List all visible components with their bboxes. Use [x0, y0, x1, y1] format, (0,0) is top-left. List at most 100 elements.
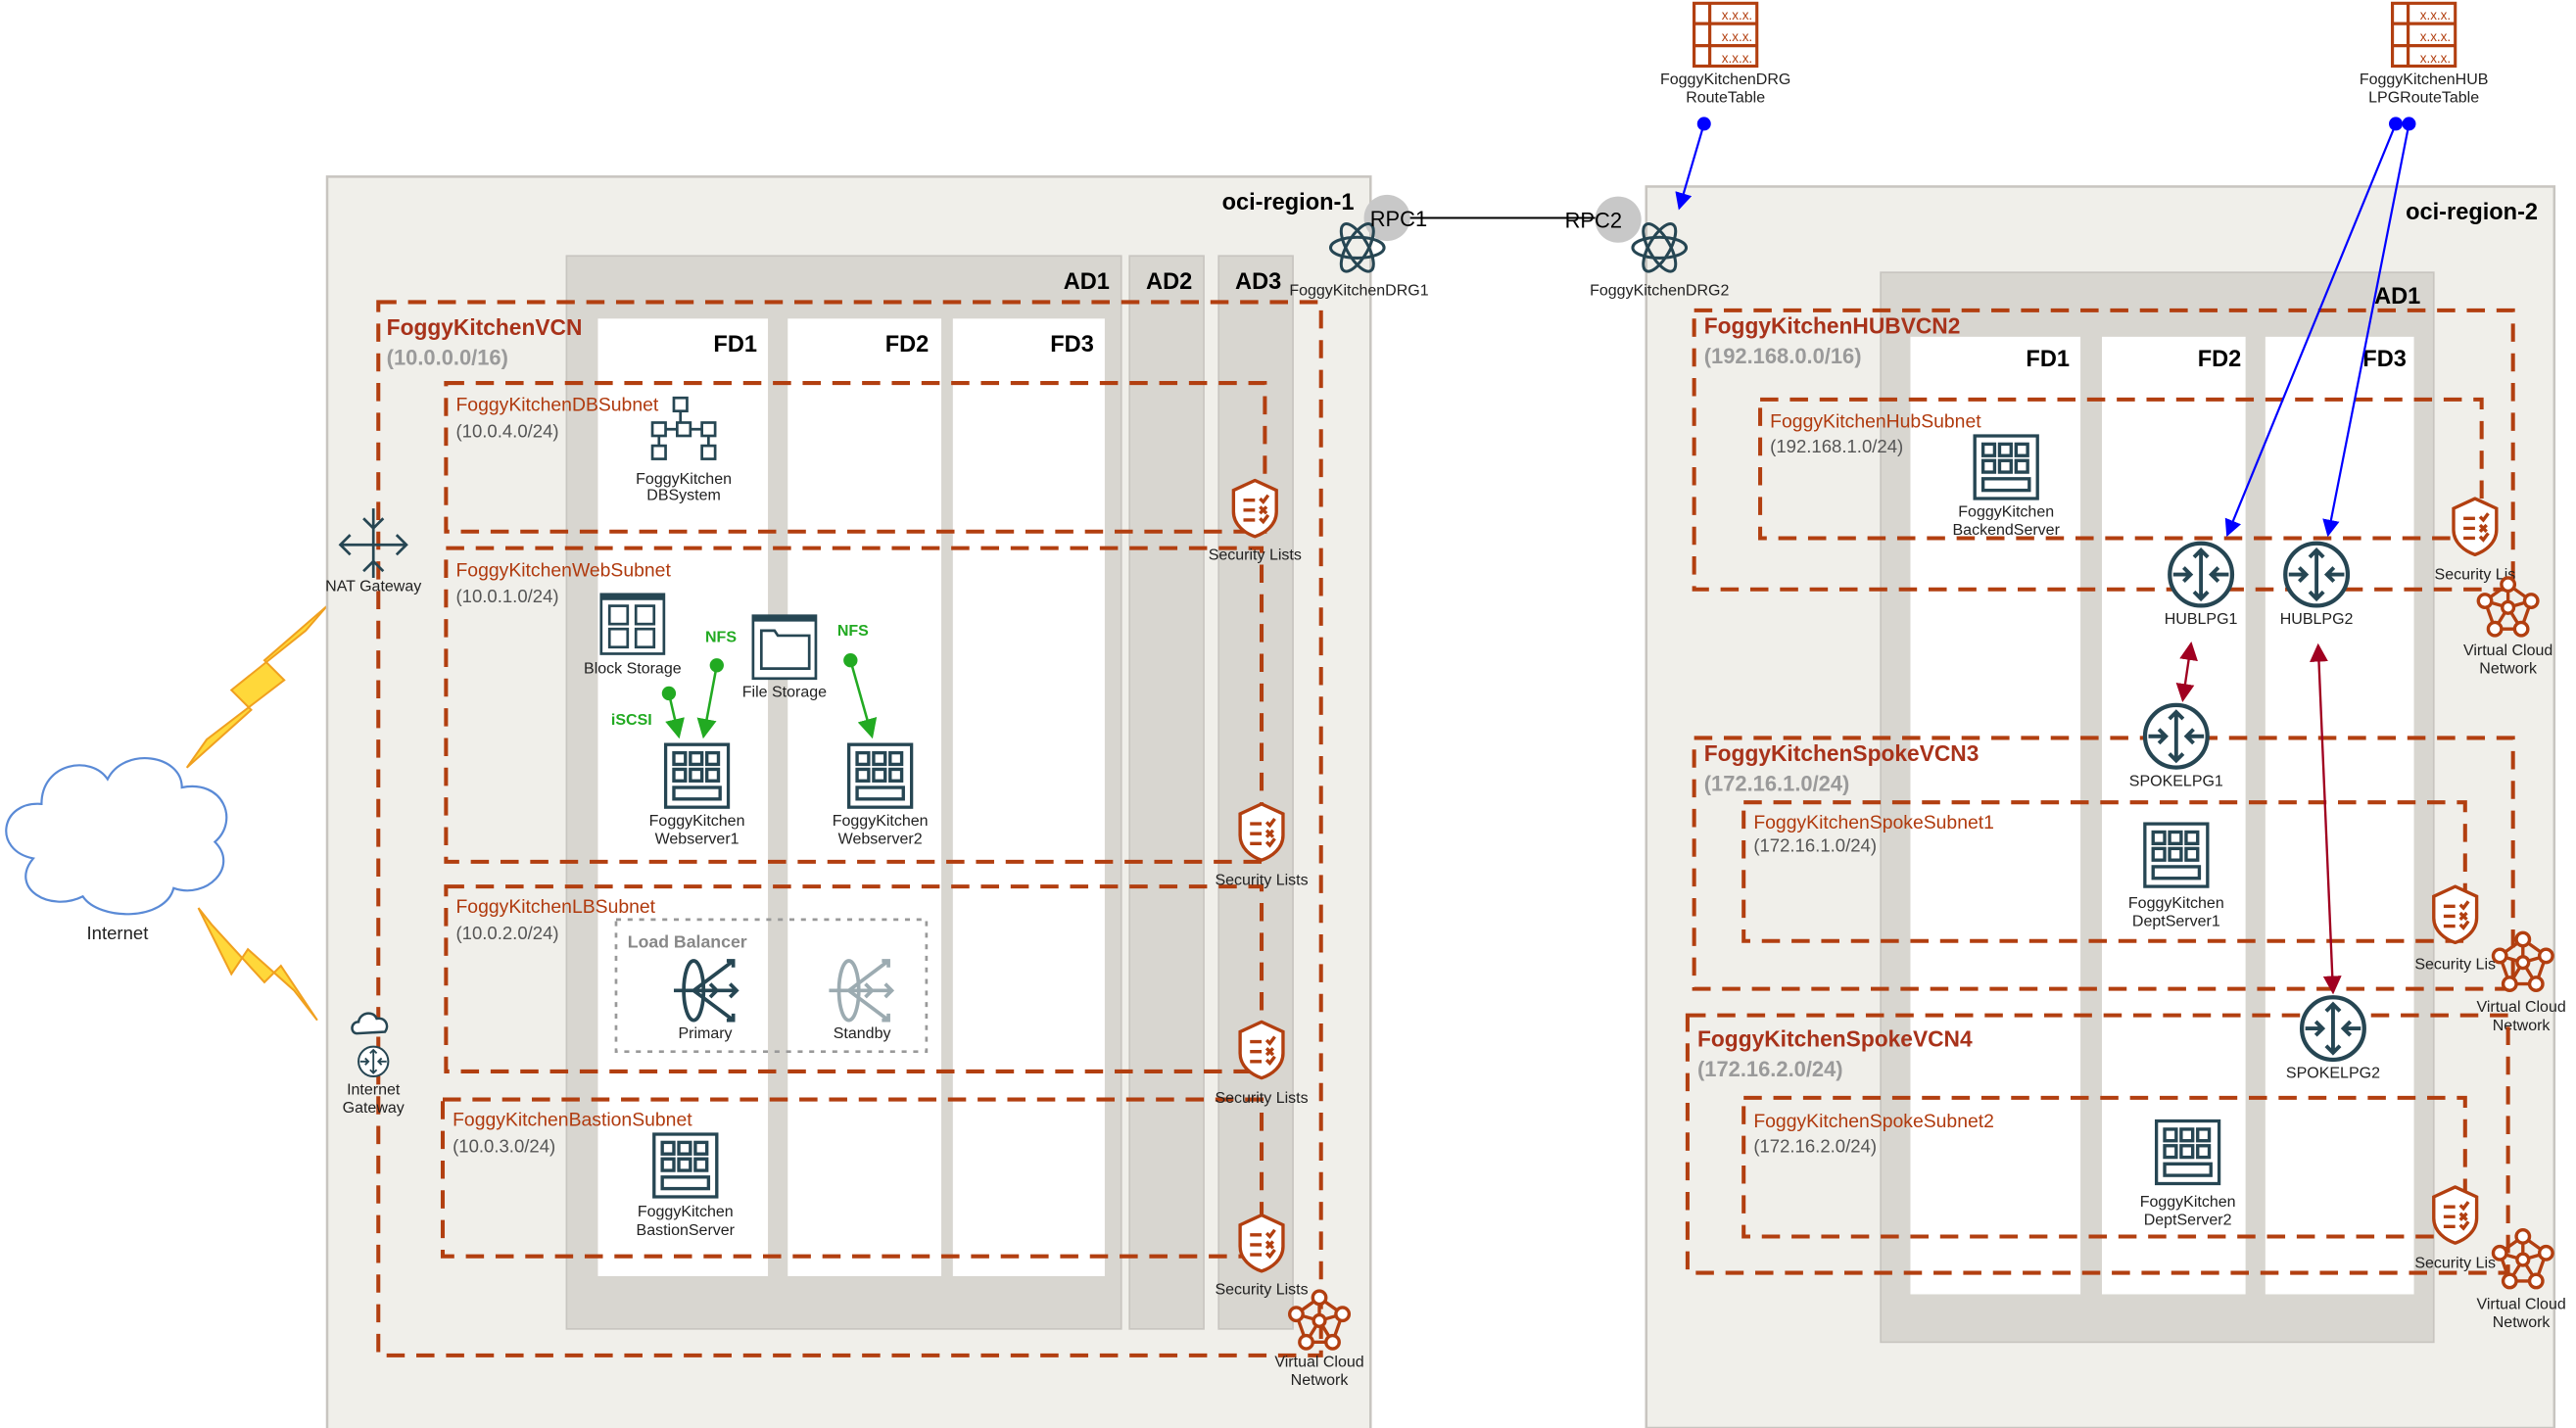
ad2-label: AD2: [1146, 268, 1192, 294]
architecture-diagram: Internet oci-region-1 AD1 AD2 AD3 FD1 FD…: [5, 1, 2566, 1428]
vcn-icon-label-2: Network: [1291, 1372, 1350, 1389]
hub-lpg-route-table[interactable]: x.x.x. x.x.x. x.x.x. FoggyKitchenHUB LPG…: [2360, 1, 2489, 107]
security-list-icon: [1231, 478, 1278, 539]
hub-vcn-cidr: (192.168.0.0/16): [1704, 344, 1862, 368]
route-table-cell: x.x.x.: [2420, 51, 2451, 66]
server-icon: [2143, 822, 2210, 888]
security-list-label: Security Lists: [1215, 1090, 1308, 1107]
ad2-box: [1128, 255, 1205, 1330]
nat-gateway-label: NAT Gateway: [325, 578, 421, 595]
spoke3-vcn-cidr: (172.16.1.0/24): [1704, 771, 1850, 795]
fd2-label: FD2: [885, 331, 930, 357]
lightning-icon: [197, 907, 318, 1022]
spokelpg1-label: SPOKELPG1: [2129, 773, 2223, 789]
route-table-cell: x.x.x.: [1722, 51, 1752, 66]
vcn-icon-label-2: Network: [2479, 661, 2538, 678]
lpg-icon: [2302, 997, 2364, 1060]
lb-subnet-cidr: (10.0.2.0/24): [455, 923, 558, 943]
file-storage-label: File Storage: [742, 684, 827, 700]
region-1-title: oci-region-1: [1222, 189, 1355, 214]
db-system-label-1: FoggyKitchen: [636, 471, 732, 488]
vcn-icon-label-2: Network: [2493, 1018, 2552, 1034]
db-subnet-name: FoggyKitchenDBSubnet: [455, 395, 658, 416]
route-table-cell: x.x.x.: [2420, 29, 2451, 44]
vcn-icon-label-2: Network: [2493, 1314, 2552, 1331]
dept-server2-label-1: FoggyKitchen: [2140, 1194, 2236, 1211]
spoke3-vcn-name: FoggyKitchenSpokeVCN3: [1704, 740, 1980, 766]
region-2-title: oci-region-2: [2406, 199, 2538, 224]
vcn-icon-label-1: Virtual Cloud: [2463, 643, 2552, 659]
route-table-cell: x.x.x.: [1722, 29, 1752, 44]
hub-subnet-cidr: (192.168.1.0/24): [1770, 436, 1903, 456]
security-list-icon: [1238, 802, 1285, 862]
backend-server-label-2: BackendServer: [1953, 522, 2061, 539]
ad1-label: AD1: [1064, 268, 1110, 294]
spokelpg2-label: SPOKELPG2: [2286, 1066, 2380, 1082]
dept-server2-label-2: DeptServer2: [2144, 1213, 2232, 1229]
db-system-label-2: DBSystem: [646, 488, 721, 504]
webserver2-label-2: Webserver2: [838, 831, 923, 847]
security-list-label: Security Lis: [2414, 1256, 2496, 1272]
security-list-icon: [1238, 1213, 1285, 1273]
drg1-label: FoggyKitchenDRG1: [1289, 283, 1428, 300]
dept-server1-label-2: DeptServer1: [2132, 914, 2220, 930]
block-storage-icon: [599, 593, 666, 655]
server-icon: [2154, 1119, 2221, 1186]
vcn-icon-label-1: Virtual Cloud: [1274, 1355, 1363, 1371]
webserver2-label-1: FoggyKitchen: [833, 813, 929, 830]
security-list-icon: [2432, 884, 2479, 945]
internet-gateway-label-2: Gateway: [343, 1100, 405, 1117]
server-icon: [846, 742, 914, 809]
hublpg1[interactable]: HUBLPG1: [2165, 544, 2238, 628]
drg-route-table-label-2: RouteTable: [1686, 90, 1765, 107]
server-icon: [1973, 434, 2039, 500]
fd1-label: FD1: [713, 331, 757, 357]
dept-server1-label-1: FoggyKitchen: [2128, 895, 2224, 912]
block-storage-label: Block Storage: [584, 661, 682, 678]
webserver1-label-1: FoggyKitchen: [649, 813, 745, 830]
hub-subnet-name: FoggyKitchenHubSubnet: [1770, 411, 1981, 433]
fd3-label: FD3: [1050, 331, 1094, 357]
file-storage-icon: [751, 614, 818, 681]
web-subnet-cidr: (10.0.1.0/24): [455, 586, 558, 606]
server-icon: [663, 742, 731, 809]
rpc1-label: RPC1: [1370, 207, 1427, 231]
route-table-cell: x.x.x.: [1722, 8, 1752, 23]
hublpg2[interactable]: HUBLPG2: [2280, 544, 2354, 628]
internet-label: Internet: [87, 923, 150, 943]
drg-route-table-label-1: FoggyKitchenDRG: [1660, 71, 1790, 88]
route-table-cell: x.x.x.: [2420, 8, 2451, 23]
nfs-label: NFS: [837, 623, 869, 640]
security-list-label: Security Lists: [1209, 547, 1302, 563]
spoke-subnet2-name: FoggyKitchenSpokeSubnet2: [1753, 1111, 1994, 1132]
internet-cloud: Internet: [5, 757, 228, 943]
security-list-icon: [1238, 1020, 1285, 1080]
spoke4-vcn-cidr: (172.16.2.0/24): [1697, 1057, 1843, 1081]
spoke4-vcn-name: FoggyKitchenSpokeVCN4: [1697, 1026, 1973, 1052]
drg2-label: FoggyKitchenDRG2: [1590, 283, 1729, 300]
internet-gateway-label-1: Internet: [347, 1082, 401, 1099]
bastion-subnet-name: FoggyKitchenBastionSubnet: [453, 1110, 692, 1131]
file-storage[interactable]: File Storage: [742, 614, 827, 701]
web-subnet-name: FoggyKitchenWebSubnet: [455, 559, 671, 581]
vcn-cidr: (10.0.0.0/16): [387, 346, 508, 370]
lpg-icon: [2170, 544, 2232, 606]
vcn-name: FoggyKitchenVCN: [387, 314, 583, 340]
drg-route-table[interactable]: x.x.x. x.x.x. x.x.x. FoggyKitchenDRG Rou…: [1660, 1, 1790, 107]
server-icon: [652, 1132, 719, 1199]
ad3-label: AD3: [1235, 268, 1281, 294]
bastion-subnet-cidr: (10.0.3.0/24): [453, 1136, 555, 1157]
lpg-icon: [2145, 705, 2208, 768]
fd2-label: FD2: [2198, 346, 2242, 371]
fd1-label: FD1: [2026, 346, 2070, 371]
load-balancer-standby-label: Standby: [834, 1025, 891, 1042]
hub-vcn-name: FoggyKitchenHUBVCN2: [1704, 312, 1961, 338]
webserver1-label-2: Webserver1: [655, 831, 739, 847]
hublpg1-label: HUBLPG1: [2165, 611, 2238, 628]
spoke-subnet1-name: FoggyKitchenSpokeSubnet1: [1753, 812, 1994, 833]
iscsi-label: iSCSI: [611, 712, 652, 729]
hub-route-table-label-1: FoggyKitchenHUB: [2360, 71, 2489, 88]
ad1-label: AD1: [2374, 283, 2420, 309]
security-list-label: Security Lists: [1215, 872, 1308, 888]
security-list-label: Security Lists: [1215, 1281, 1308, 1298]
